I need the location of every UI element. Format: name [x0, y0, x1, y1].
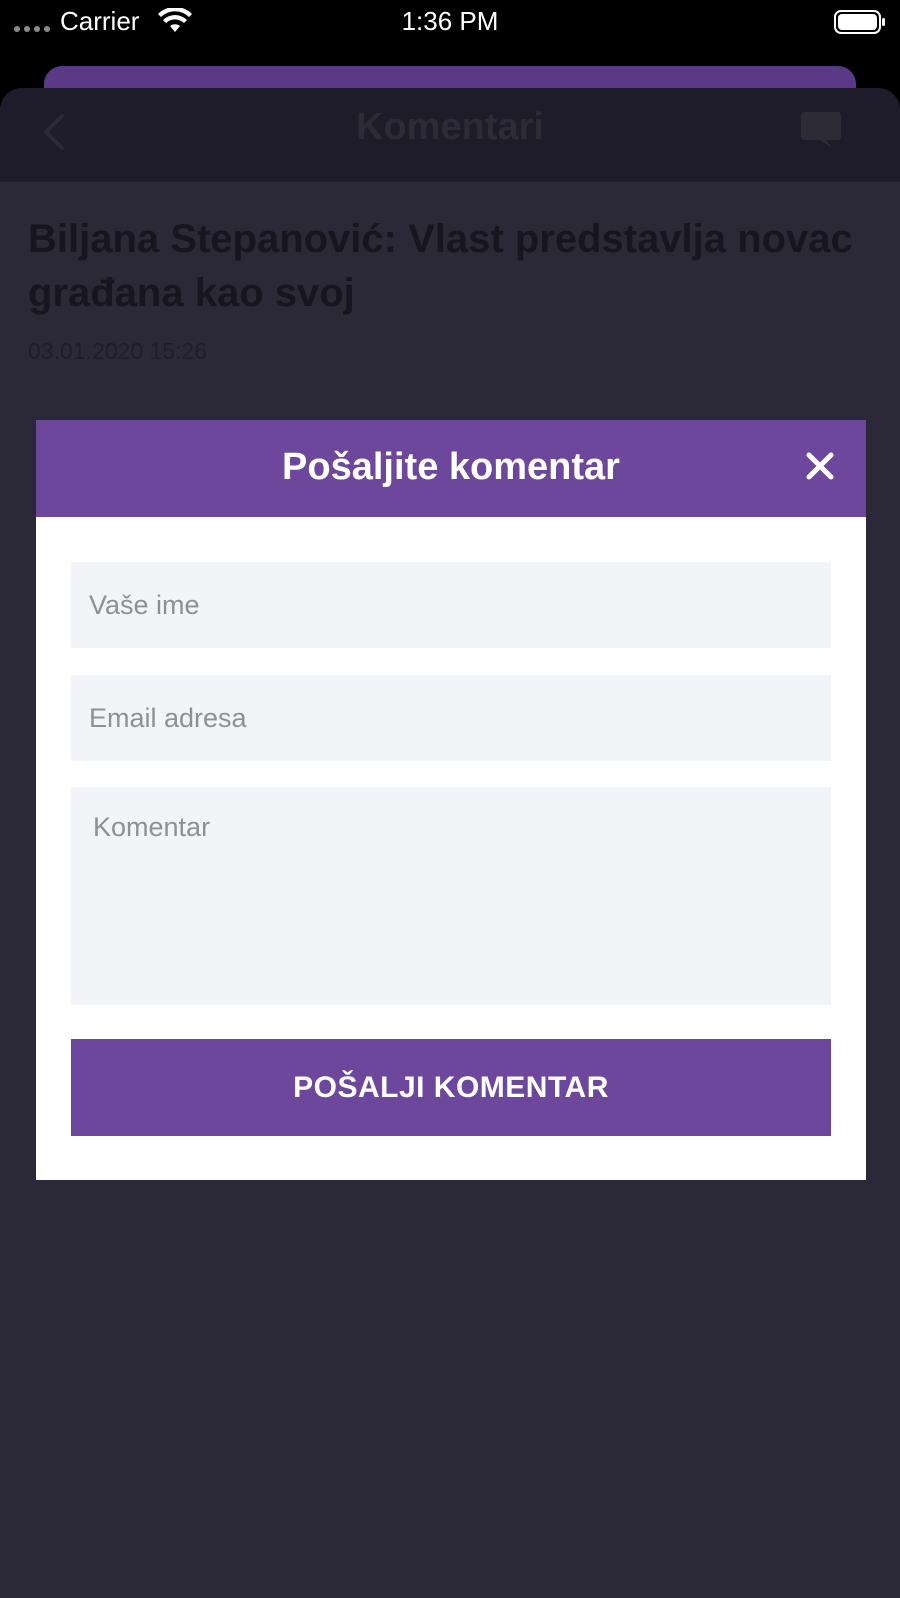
page-title: Komentari	[356, 106, 544, 148]
comment-textarea[interactable]	[71, 787, 831, 1005]
status-bar: Carrier 1:36 PM	[0, 0, 900, 46]
battery-icon	[834, 10, 885, 34]
submit-comment-button[interactable]: POŠALJI KOMENTAR	[71, 1039, 831, 1136]
dialog-header: Pošaljite komentar	[36, 420, 866, 517]
dialog-title: Pošaljite komentar	[282, 446, 620, 488]
article-title: Biljana Stepanović: Vlast predstavlja no…	[28, 217, 853, 315]
comment-bubble-icon[interactable]	[800, 110, 842, 150]
name-input[interactable]	[71, 562, 831, 648]
status-time: 1:36 PM	[401, 6, 499, 36]
close-icon[interactable]	[804, 450, 836, 482]
navigation-bar: Komentari	[0, 88, 900, 182]
comment-dialog: Pošaljite komentar POŠALJI KOMENTAR	[36, 420, 866, 1180]
email-input[interactable]	[71, 675, 831, 761]
phone-screen: Carrier 1:36 PM Komentari Biljana Stepan…	[0, 0, 900, 1598]
article-date: 03.01.2020 15:26	[28, 338, 208, 364]
